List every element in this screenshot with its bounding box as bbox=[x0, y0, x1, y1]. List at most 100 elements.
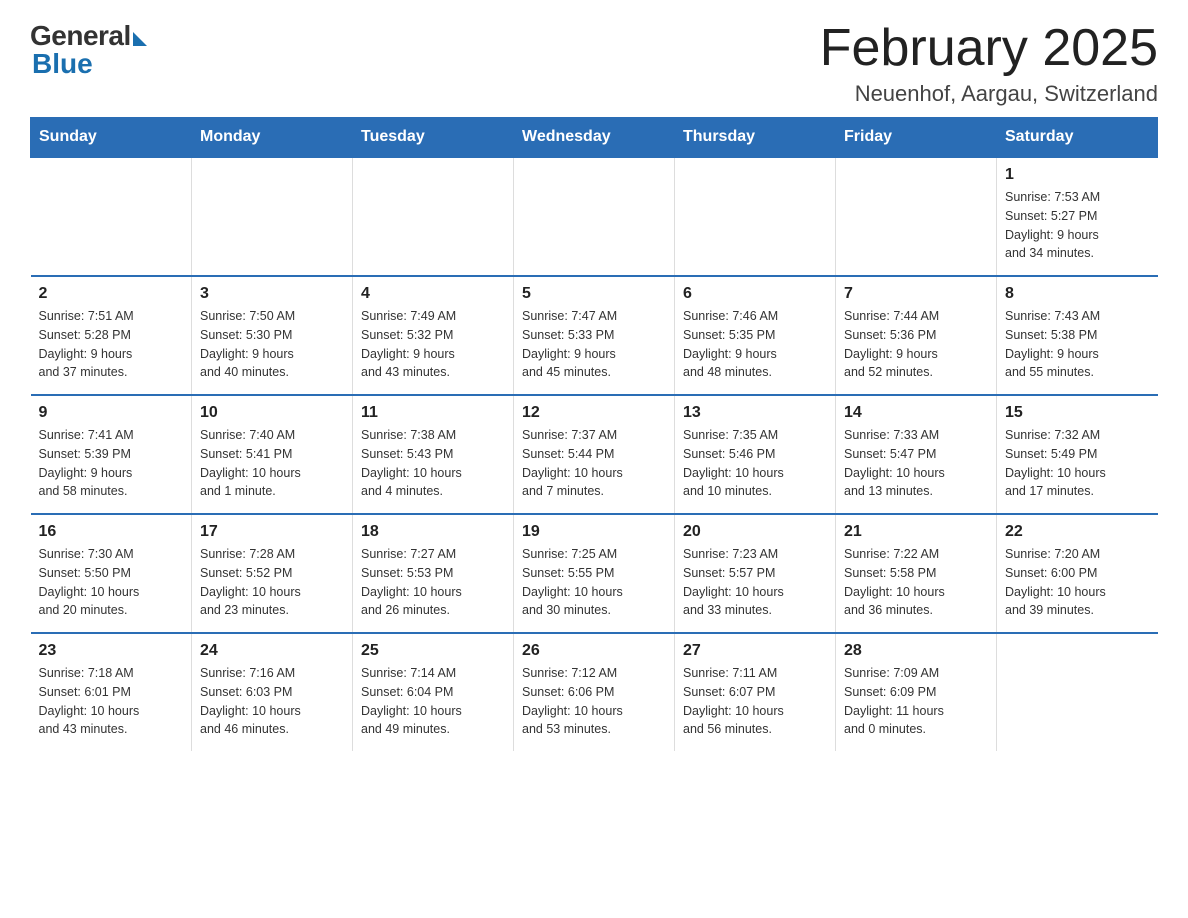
calendar-cell: 4 Sunrise: 7:49 AMSunset: 5:32 PMDaylight… bbox=[353, 276, 514, 395]
calendar-week-row: 1 Sunrise: 7:53 AMSunset: 5:27 PMDaylight… bbox=[31, 157, 1158, 276]
calendar-cell: 22 Sunrise: 7:20 AMSunset: 6:00 PMDayligh… bbox=[997, 514, 1158, 633]
calendar-cell bbox=[836, 157, 997, 276]
calendar-cell bbox=[675, 157, 836, 276]
day-info: Sunrise: 7:33 AMSunset: 5:47 PMDaylight:… bbox=[844, 426, 988, 501]
calendar-day-header: Friday bbox=[836, 118, 997, 158]
day-info: Sunrise: 7:27 AMSunset: 5:53 PMDaylight:… bbox=[361, 545, 505, 620]
day-info: Sunrise: 7:16 AMSunset: 6:03 PMDaylight:… bbox=[200, 664, 344, 739]
calendar-cell: 11 Sunrise: 7:38 AMSunset: 5:43 PMDayligh… bbox=[353, 395, 514, 514]
day-number: 19 bbox=[522, 523, 666, 541]
calendar-cell: 18 Sunrise: 7:27 AMSunset: 5:53 PMDayligh… bbox=[353, 514, 514, 633]
day-info: Sunrise: 7:38 AMSunset: 5:43 PMDaylight:… bbox=[361, 426, 505, 501]
calendar-cell bbox=[31, 157, 192, 276]
calendar-cell: 2 Sunrise: 7:51 AMSunset: 5:28 PMDaylight… bbox=[31, 276, 192, 395]
day-number: 1 bbox=[1005, 166, 1150, 184]
day-number: 15 bbox=[1005, 404, 1150, 422]
calendar-day-header: Monday bbox=[192, 118, 353, 158]
day-info: Sunrise: 7:43 AMSunset: 5:38 PMDaylight:… bbox=[1005, 307, 1150, 382]
calendar-cell: 20 Sunrise: 7:23 AMSunset: 5:57 PMDayligh… bbox=[675, 514, 836, 633]
day-number: 12 bbox=[522, 404, 666, 422]
logo: General Blue bbox=[30, 20, 147, 80]
calendar-cell: 1 Sunrise: 7:53 AMSunset: 5:27 PMDaylight… bbox=[997, 157, 1158, 276]
calendar-cell bbox=[192, 157, 353, 276]
calendar-day-header: Wednesday bbox=[514, 118, 675, 158]
calendar-cell: 8Sunrise: 7:43 AMSunset: 5:38 PMDaylight… bbox=[997, 276, 1158, 395]
day-info: Sunrise: 7:47 AMSunset: 5:33 PMDaylight:… bbox=[522, 307, 666, 382]
calendar-subtitle: Neuenhof, Aargau, Switzerland bbox=[820, 81, 1158, 107]
day-info: Sunrise: 7:18 AMSunset: 6:01 PMDaylight:… bbox=[39, 664, 184, 739]
calendar-cell: 27 Sunrise: 7:11 AMSunset: 6:07 PMDayligh… bbox=[675, 633, 836, 751]
day-number: 28 bbox=[844, 642, 988, 660]
day-info: Sunrise: 7:11 AMSunset: 6:07 PMDaylight:… bbox=[683, 664, 827, 739]
day-info: Sunrise: 7:09 AMSunset: 6:09 PMDaylight:… bbox=[844, 664, 988, 739]
day-info: Sunrise: 7:50 AMSunset: 5:30 PMDaylight:… bbox=[200, 307, 344, 382]
calendar-day-header: Tuesday bbox=[353, 118, 514, 158]
calendar-cell: 15 Sunrise: 7:32 AMSunset: 5:49 PMDayligh… bbox=[997, 395, 1158, 514]
day-number: 23 bbox=[39, 642, 184, 660]
calendar-cell bbox=[353, 157, 514, 276]
day-info: Sunrise: 7:37 AMSunset: 5:44 PMDaylight:… bbox=[522, 426, 666, 501]
day-info: Sunrise: 7:22 AMSunset: 5:58 PMDaylight:… bbox=[844, 545, 988, 620]
day-number: 9 bbox=[39, 404, 184, 422]
calendar-cell bbox=[514, 157, 675, 276]
calendar-cell: 21Sunrise: 7:22 AMSunset: 5:58 PMDayligh… bbox=[836, 514, 997, 633]
calendar-table: SundayMondayTuesdayWednesdayThursdayFrid… bbox=[30, 117, 1158, 751]
calendar-cell: 17Sunrise: 7:28 AMSunset: 5:52 PMDayligh… bbox=[192, 514, 353, 633]
calendar-cell: 16 Sunrise: 7:30 AMSunset: 5:50 PMDayligh… bbox=[31, 514, 192, 633]
calendar-cell: 24Sunrise: 7:16 AMSunset: 6:03 PMDayligh… bbox=[192, 633, 353, 751]
day-info: Sunrise: 7:32 AMSunset: 5:49 PMDaylight:… bbox=[1005, 426, 1150, 501]
day-number: 2 bbox=[39, 285, 184, 303]
day-number: 10 bbox=[200, 404, 344, 422]
page-header: General Blue February 2025 Neuenhof, Aar… bbox=[30, 20, 1158, 107]
day-number: 3 bbox=[200, 285, 344, 303]
day-number: 11 bbox=[361, 404, 505, 422]
day-info: Sunrise: 7:40 AMSunset: 5:41 PMDaylight:… bbox=[200, 426, 344, 501]
day-number: 4 bbox=[361, 285, 505, 303]
day-info: Sunrise: 7:25 AMSunset: 5:55 PMDaylight:… bbox=[522, 545, 666, 620]
day-info: Sunrise: 7:51 AMSunset: 5:28 PMDaylight:… bbox=[39, 307, 184, 382]
calendar-week-row: 2 Sunrise: 7:51 AMSunset: 5:28 PMDaylight… bbox=[31, 276, 1158, 395]
day-info: Sunrise: 7:30 AMSunset: 5:50 PMDaylight:… bbox=[39, 545, 184, 620]
calendar-cell: 7Sunrise: 7:44 AMSunset: 5:36 PMDaylight… bbox=[836, 276, 997, 395]
day-info: Sunrise: 7:23 AMSunset: 5:57 PMDaylight:… bbox=[683, 545, 827, 620]
calendar-cell: 23 Sunrise: 7:18 AMSunset: 6:01 PMDayligh… bbox=[31, 633, 192, 751]
calendar-cell: 6Sunrise: 7:46 AMSunset: 5:35 PMDaylight… bbox=[675, 276, 836, 395]
logo-blue-text: Blue bbox=[30, 48, 93, 80]
calendar-cell: 5 Sunrise: 7:47 AMSunset: 5:33 PMDaylight… bbox=[514, 276, 675, 395]
calendar-cell: 10 Sunrise: 7:40 AMSunset: 5:41 PMDayligh… bbox=[192, 395, 353, 514]
day-number: 14 bbox=[844, 404, 988, 422]
calendar-cell bbox=[997, 633, 1158, 751]
logo-arrow-icon bbox=[133, 32, 147, 46]
calendar-cell: 3 Sunrise: 7:50 AMSunset: 5:30 PMDaylight… bbox=[192, 276, 353, 395]
day-number: 27 bbox=[683, 642, 827, 660]
calendar-cell: 19 Sunrise: 7:25 AMSunset: 5:55 PMDayligh… bbox=[514, 514, 675, 633]
day-number: 26 bbox=[522, 642, 666, 660]
day-number: 25 bbox=[361, 642, 505, 660]
day-number: 22 bbox=[1005, 523, 1150, 541]
day-info: Sunrise: 7:35 AMSunset: 5:46 PMDaylight:… bbox=[683, 426, 827, 501]
day-info: Sunrise: 7:49 AMSunset: 5:32 PMDaylight:… bbox=[361, 307, 505, 382]
calendar-week-row: 9 Sunrise: 7:41 AMSunset: 5:39 PMDaylight… bbox=[31, 395, 1158, 514]
day-info: Sunrise: 7:53 AMSunset: 5:27 PMDaylight:… bbox=[1005, 188, 1150, 263]
day-number: 5 bbox=[522, 285, 666, 303]
day-number: 20 bbox=[683, 523, 827, 541]
calendar-title: February 2025 bbox=[820, 20, 1158, 77]
day-info: Sunrise: 7:41 AMSunset: 5:39 PMDaylight:… bbox=[39, 426, 184, 501]
calendar-header-row: SundayMondayTuesdayWednesdayThursdayFrid… bbox=[31, 118, 1158, 158]
calendar-cell: 14 Sunrise: 7:33 AMSunset: 5:47 PMDayligh… bbox=[836, 395, 997, 514]
day-info: Sunrise: 7:44 AMSunset: 5:36 PMDaylight:… bbox=[844, 307, 988, 382]
calendar-week-row: 16 Sunrise: 7:30 AMSunset: 5:50 PMDayligh… bbox=[31, 514, 1158, 633]
day-number: 17 bbox=[200, 523, 344, 541]
day-number: 18 bbox=[361, 523, 505, 541]
day-info: Sunrise: 7:12 AMSunset: 6:06 PMDaylight:… bbox=[522, 664, 666, 739]
calendar-day-header: Thursday bbox=[675, 118, 836, 158]
day-number: 16 bbox=[39, 523, 184, 541]
day-number: 13 bbox=[683, 404, 827, 422]
calendar-cell: 9 Sunrise: 7:41 AMSunset: 5:39 PMDaylight… bbox=[31, 395, 192, 514]
calendar-cell: 26 Sunrise: 7:12 AMSunset: 6:06 PMDayligh… bbox=[514, 633, 675, 751]
calendar-cell: 13 Sunrise: 7:35 AMSunset: 5:46 PMDayligh… bbox=[675, 395, 836, 514]
title-block: February 2025 Neuenhof, Aargau, Switzerl… bbox=[820, 20, 1158, 107]
calendar-cell: 25Sunrise: 7:14 AMSunset: 6:04 PMDayligh… bbox=[353, 633, 514, 751]
day-info: Sunrise: 7:20 AMSunset: 6:00 PMDaylight:… bbox=[1005, 545, 1150, 620]
calendar-cell: 28 Sunrise: 7:09 AMSunset: 6:09 PMDayligh… bbox=[836, 633, 997, 751]
